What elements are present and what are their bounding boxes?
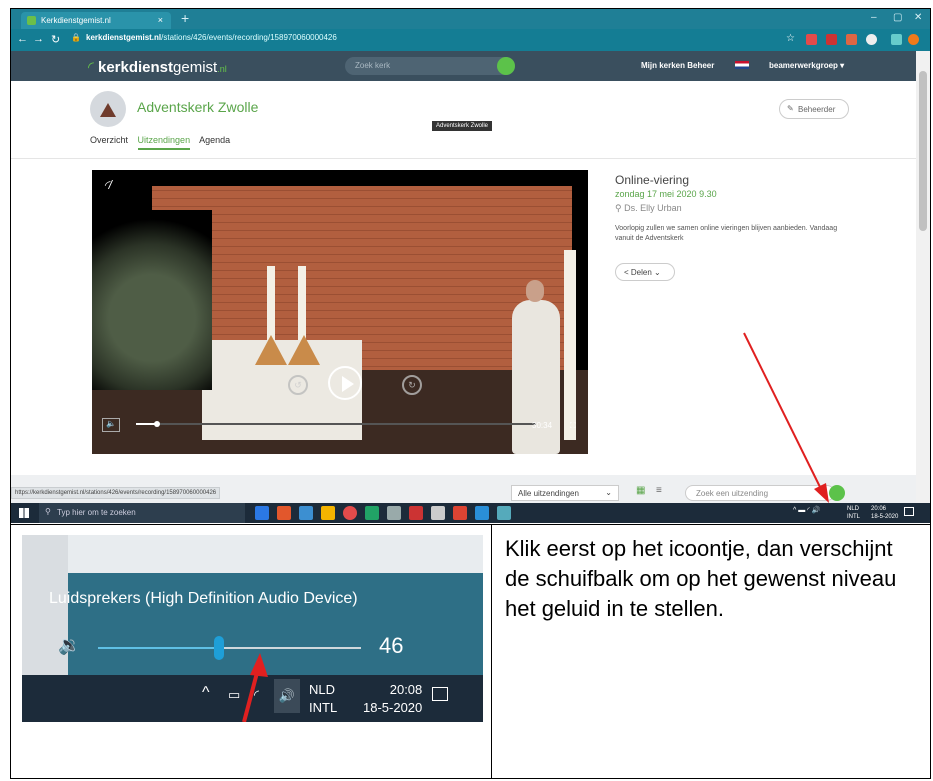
browser-screenshot: Kerkdienstgemist.nl × + – ▢ ✕ ← → ↻ 🔒 ke… (11, 9, 930, 523)
annotation-arrow (242, 653, 268, 722)
table-divider-horizontal (10, 524, 931, 525)
instruction-text: Klik eerst op het icoontje, dan verschij… (505, 536, 897, 621)
annotation-arrow (743, 332, 829, 503)
volume-zoom-screenshot: Luidsprekers (High Definition Audio Devi… (22, 535, 483, 722)
table-divider-vertical (491, 524, 492, 779)
